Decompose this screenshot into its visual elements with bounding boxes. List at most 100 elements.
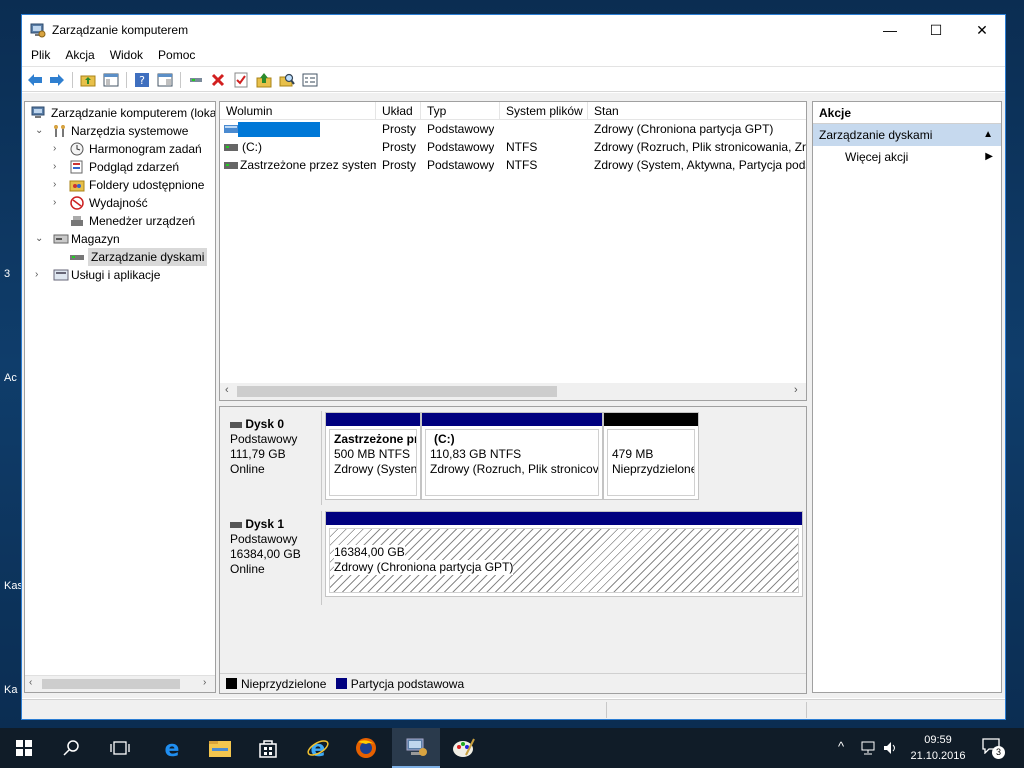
minimize-button[interactable]: —	[867, 15, 913, 45]
partition-size: 110,83 GB NTFS	[430, 447, 522, 461]
collapse-up-icon[interactable]: ▲	[983, 124, 993, 146]
disk-1-info[interactable]: Dysk 1 Podstawowy 16384,00 GB Online	[222, 511, 322, 605]
tree-item-event-viewer[interactable]: › Podgląd zdarzeń	[29, 158, 215, 176]
tree-horizontal-scrollbar[interactable]: ‹ ›	[25, 675, 215, 692]
chevron-right-icon[interactable]: ›	[53, 194, 63, 212]
toolbar: ?	[22, 66, 1005, 92]
maximize-icon: ☐	[929, 21, 943, 38]
tree-item-storage[interactable]: ⌄ Magazyn	[29, 230, 215, 248]
tree-item-system-tools[interactable]: ⌄ Narzędzia systemowe	[29, 122, 215, 140]
scroll-right-icon[interactable]: ›	[794, 384, 798, 396]
chevron-right-icon[interactable]: ›	[53, 158, 63, 176]
partition-body: Zastrzeżone pr 500 MB NTFS Zdrowy (Syste…	[329, 429, 417, 496]
taskbar-computer-management[interactable]	[392, 728, 440, 768]
volume-row[interactable]: Prosty Podstawowy Zdrowy (Chroniona part…	[220, 121, 806, 138]
submenu-arrow-icon: ▶	[985, 151, 993, 162]
scroll-left-icon[interactable]: ‹	[29, 677, 32, 688]
tree-item-label: Narzędzia systemowe	[71, 124, 189, 138]
help-button[interactable]: ?	[133, 71, 151, 89]
volume-type: Podstawowy	[427, 122, 495, 136]
close-button[interactable]: ✕	[959, 15, 1005, 45]
partition-body: 479 MB Nieprzydzielone	[607, 429, 695, 496]
tree-item-label: Zarządzanie dyskami	[88, 248, 208, 266]
properties-button[interactable]	[301, 71, 319, 89]
column-layout[interactable]: Układ	[376, 102, 421, 120]
taskbar-paint[interactable]	[440, 728, 488, 768]
maximize-button[interactable]: ☐	[913, 15, 959, 45]
task-view-button[interactable]	[96, 728, 144, 768]
drive-icon	[224, 162, 238, 169]
taskbar-edge[interactable]: e	[148, 728, 196, 768]
up-level-button[interactable]	[79, 71, 97, 89]
partition-c-drive[interactable]: (C:) 110,83 GB NTFS Zdrowy (Rozruch, Pli…	[421, 412, 603, 500]
forward-button[interactable]	[48, 71, 66, 89]
taskbar-store[interactable]	[244, 728, 292, 768]
tree-item-disk-management[interactable]: Zarządzanie dyskami	[29, 248, 215, 266]
connect-button[interactable]	[187, 71, 205, 89]
menu-help[interactable]: Pomoc	[149, 45, 201, 62]
menu-view[interactable]: Widok	[101, 45, 149, 62]
title-bar[interactable]: Zarządzanie komputerem — ☐ ✕	[22, 15, 1005, 45]
partition-unallocated[interactable]: 479 MB Nieprzydzielone	[603, 412, 699, 500]
delete-button[interactable]	[209, 71, 227, 89]
list-horizontal-scrollbar[interactable]: ‹ ›	[220, 383, 806, 400]
partition-system-reserved[interactable]: Zastrzeżone pr 500 MB NTFS Zdrowy (Syste…	[325, 412, 421, 500]
properties-pane-button[interactable]	[156, 71, 174, 89]
search-button[interactable]	[48, 728, 96, 768]
chevron-right-icon[interactable]: ›	[35, 266, 45, 284]
network-icon[interactable]	[860, 740, 876, 756]
column-type[interactable]: Typ	[421, 102, 500, 120]
chevron-down-icon[interactable]: ⌄	[35, 230, 45, 248]
column-filesystem[interactable]: System plików	[500, 102, 588, 120]
desktop-icon-label[interactable]: 3	[4, 268, 10, 280]
tree-item-services-apps[interactable]: › Usługi i aplikacje	[29, 266, 215, 284]
selected-volume-name[interactable]	[238, 122, 320, 137]
taskbar: e e ^ 09:59 21.10.2016 3	[0, 728, 1024, 768]
taskbar-internet-explorer[interactable]: e	[294, 728, 342, 768]
tree-item-computer-management[interactable]: Zarządzanie komputerem (loka	[29, 104, 215, 122]
tree-item-device-manager[interactable]: Menedżer urządzeń	[29, 212, 215, 230]
scrollbar-thumb[interactable]	[42, 679, 180, 689]
volume-row[interactable]: (C:) Prosty Podstawowy NTFS Zdrowy (Rozr…	[220, 139, 806, 156]
show-hidden-icons-chevron-up-icon[interactable]: ^	[838, 739, 844, 754]
chevron-down-icon[interactable]: ⌄	[35, 122, 45, 140]
partition-size: 16384,00 GB	[334, 545, 405, 560]
notification-count-badge: 3	[992, 746, 1005, 759]
scroll-right-icon[interactable]: ›	[203, 677, 206, 688]
computer-management-window: Zarządzanie komputerem — ☐ ✕ Plik Akcja Wi…	[21, 14, 1006, 720]
chevron-right-icon[interactable]: ›	[53, 176, 63, 194]
action-center-button[interactable]: 3	[982, 738, 1005, 759]
tree-item-shared-folders[interactable]: › Foldery udostępnione	[29, 176, 215, 194]
tree-item-task-scheduler[interactable]: › Harmonogram zadań	[29, 140, 215, 158]
taskbar-explorer[interactable]	[196, 728, 244, 768]
volume-row[interactable]: Zastrzeżone przez system Prosty Podstawo…	[220, 157, 806, 174]
taskbar-firefox[interactable]	[342, 728, 390, 768]
up-arrow-button[interactable]	[255, 71, 273, 89]
computer-management-icon	[406, 738, 427, 756]
disk-0-info[interactable]: Dysk 0 Podstawowy 111,79 GB Online	[222, 411, 322, 505]
back-button[interactable]	[26, 71, 44, 89]
partition-bar	[604, 413, 698, 426]
desktop-icon-label[interactable]: Ac	[4, 372, 17, 384]
desktop-icon-label[interactable]: Ka	[4, 684, 17, 696]
check-button[interactable]	[232, 71, 250, 89]
menu-action[interactable]: Akcja	[56, 45, 100, 62]
start-button[interactable]	[0, 728, 48, 768]
menu-file[interactable]: Plik	[22, 45, 56, 62]
chevron-right-icon[interactable]: ›	[53, 140, 63, 158]
column-volume[interactable]: Wolumin	[220, 102, 376, 120]
show-hide-tree-button[interactable]	[102, 71, 120, 89]
scrollbar-thumb[interactable]	[237, 386, 557, 397]
column-status[interactable]: Stan	[588, 102, 806, 120]
search-button[interactable]	[278, 71, 296, 89]
clock-time: 09:59	[924, 734, 952, 746]
volume-speaker-icon[interactable]	[882, 740, 898, 756]
volume-name: Zastrzeżone przez system	[240, 158, 376, 172]
tree-item-performance[interactable]: › Wydajność	[29, 194, 215, 212]
partition-gpt-protective[interactable]: 16384,00 GB Zdrowy (Chroniona partycja G…	[325, 511, 803, 597]
system-clock[interactable]: 09:59 21.10.2016	[900, 732, 976, 764]
volume-status: Zdrowy (Chroniona partycja GPT)	[594, 122, 774, 136]
more-actions-item[interactable]: Więcej akcji ▶	[813, 146, 1001, 168]
scroll-left-icon[interactable]: ‹	[225, 384, 229, 396]
actions-section-disk-management[interactable]: Zarządzanie dyskami ▲	[813, 124, 1001, 146]
